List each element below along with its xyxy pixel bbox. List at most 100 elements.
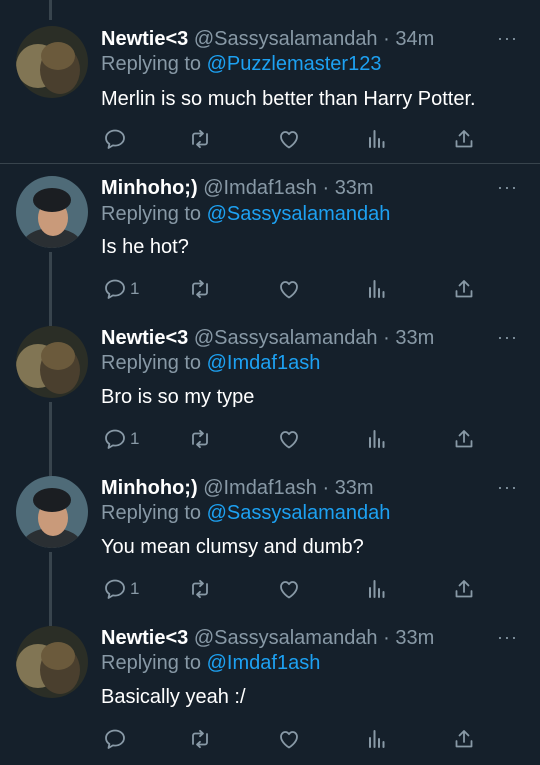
- retweet-icon: [188, 427, 212, 451]
- share-icon: [452, 577, 476, 601]
- retweet-button[interactable]: [188, 724, 212, 754]
- share-button[interactable]: [452, 724, 476, 754]
- avatar[interactable]: [16, 176, 88, 248]
- analytics-icon: [365, 277, 389, 301]
- reply-icon: [103, 277, 127, 301]
- analytics-button[interactable]: [365, 724, 389, 754]
- more-options-icon[interactable]: ···: [497, 627, 518, 648]
- user-handle[interactable]: @Sassysalamandah: [194, 327, 378, 349]
- reply-icon: [103, 727, 127, 751]
- like-button[interactable]: [277, 574, 301, 604]
- timestamp[interactable]: 33m: [335, 177, 374, 199]
- retweet-icon: [188, 577, 212, 601]
- retweet-button[interactable]: [188, 424, 212, 454]
- tweet[interactable]: Newtie<3 @Sassysalamandah · 33m ··· Repl…: [0, 314, 540, 464]
- analytics-icon: [365, 727, 389, 751]
- display-name[interactable]: Newtie<3: [101, 327, 188, 349]
- more-options-icon[interactable]: ···: [497, 177, 518, 198]
- avatar-image: [16, 476, 88, 548]
- analytics-button[interactable]: [365, 424, 389, 454]
- share-button[interactable]: [452, 124, 476, 154]
- replying-to-mention[interactable]: @Imdaf1ash: [207, 352, 321, 374]
- share-icon: [452, 727, 476, 751]
- retweet-icon: [188, 727, 212, 751]
- replying-to-mention[interactable]: @Sassysalamandah: [207, 502, 391, 524]
- timestamp[interactable]: 33m: [335, 477, 374, 499]
- share-button[interactable]: [452, 274, 476, 304]
- avatar[interactable]: [16, 476, 88, 548]
- reply-button[interactable]: 1: [103, 574, 139, 604]
- tweet-text: Basically yeah :/: [101, 686, 246, 708]
- share-button[interactable]: [452, 574, 476, 604]
- replying-to-mention[interactable]: @Puzzlemaster123: [207, 53, 382, 75]
- tweet[interactable]: Newtie<3 @Sassysalamandah · 33m ··· Repl…: [0, 614, 540, 765]
- separator-dot: ·: [383, 327, 390, 349]
- replying-to: Replying to @Imdaf1ash: [101, 650, 320, 676]
- user-handle[interactable]: @Imdaf1ash: [203, 477, 317, 499]
- more-options-icon[interactable]: ···: [497, 477, 518, 498]
- replying-to: Replying to @Sassysalamandah: [101, 500, 390, 526]
- more-options-icon[interactable]: ···: [497, 28, 518, 49]
- share-icon: [452, 127, 476, 151]
- tweet-thread: Newtie<3 @Sassysalamandah · 34m ··· Repl…: [0, 0, 540, 765]
- share-icon: [452, 427, 476, 451]
- reply-button[interactable]: 1: [103, 424, 139, 454]
- avatar[interactable]: [16, 626, 88, 698]
- tweet-actions: 1: [0, 274, 540, 304]
- tweet-text: Merlin is so much better than Harry Pott…: [101, 88, 476, 110]
- display-name[interactable]: Newtie<3: [101, 627, 188, 649]
- replying-to-mention[interactable]: @Imdaf1ash: [207, 652, 321, 674]
- reply-icon: [103, 577, 127, 601]
- tweet-actions: [0, 124, 540, 154]
- tweet-text: You mean clumsy and dumb?: [101, 536, 364, 558]
- tweet[interactable]: Minhoho;) @Imdaf1ash · 33m ··· Replying …: [0, 464, 540, 614]
- retweet-button[interactable]: [188, 274, 212, 304]
- timestamp[interactable]: 33m: [395, 327, 434, 349]
- timestamp[interactable]: 34m: [395, 28, 434, 50]
- user-handle[interactable]: @Sassysalamandah: [194, 28, 378, 50]
- retweet-icon: [188, 277, 212, 301]
- thread-line: [49, 314, 52, 326]
- user-handle[interactable]: @Sassysalamandah: [194, 627, 378, 649]
- retweet-button[interactable]: [188, 124, 212, 154]
- display-name[interactable]: Minhoho;): [101, 177, 198, 199]
- heart-icon: [277, 127, 301, 151]
- separator-dot: ·: [322, 477, 330, 499]
- avatar[interactable]: [16, 326, 88, 398]
- retweet-button[interactable]: [188, 574, 212, 604]
- reply-button[interactable]: [103, 124, 130, 154]
- analytics-button[interactable]: [365, 574, 389, 604]
- reply-count: 1: [130, 579, 140, 598]
- replying-to: Replying to @Imdaf1ash: [101, 350, 320, 376]
- tweet-actions: [0, 724, 540, 754]
- like-button[interactable]: [277, 724, 301, 754]
- analytics-button[interactable]: [365, 124, 389, 154]
- more-options-icon[interactable]: ···: [497, 327, 518, 348]
- tweet[interactable]: Minhoho;) @Imdaf1ash · 33m ··· Replying …: [0, 164, 540, 314]
- like-button[interactable]: [277, 124, 301, 154]
- user-handle[interactable]: @Imdaf1ash: [203, 177, 317, 199]
- avatar[interactable]: [16, 26, 88, 98]
- timestamp[interactable]: 33m: [395, 627, 434, 649]
- avatar-image: [16, 626, 88, 698]
- display-name[interactable]: Minhoho;): [101, 477, 198, 499]
- tweet-actions: 1: [0, 424, 540, 454]
- share-icon: [452, 277, 476, 301]
- analytics-button[interactable]: [365, 274, 389, 304]
- tweet-text: Bro is so my type: [101, 386, 255, 408]
- thread-line: [49, 464, 52, 476]
- like-button[interactable]: [277, 424, 301, 454]
- like-button[interactable]: [277, 274, 301, 304]
- reply-button[interactable]: 1: [103, 274, 139, 304]
- replying-to-label: Replying to: [101, 652, 202, 674]
- separator-dot: ·: [383, 627, 390, 649]
- tweet-header: Minhoho;) @Imdaf1ash · 33m: [101, 175, 500, 201]
- tweet-header: Newtie<3 @Sassysalamandah · 33m: [101, 325, 500, 351]
- replying-to-mention[interactable]: @Sassysalamandah: [207, 203, 391, 225]
- tweet-header: Minhoho;) @Imdaf1ash · 33m: [101, 475, 500, 501]
- display-name[interactable]: Newtie<3: [101, 28, 188, 50]
- tweet[interactable]: Newtie<3 @Sassysalamandah · 34m ··· Repl…: [0, 0, 540, 163]
- replying-to-label: Replying to: [101, 203, 202, 225]
- share-button[interactable]: [452, 424, 476, 454]
- reply-button[interactable]: [103, 724, 130, 754]
